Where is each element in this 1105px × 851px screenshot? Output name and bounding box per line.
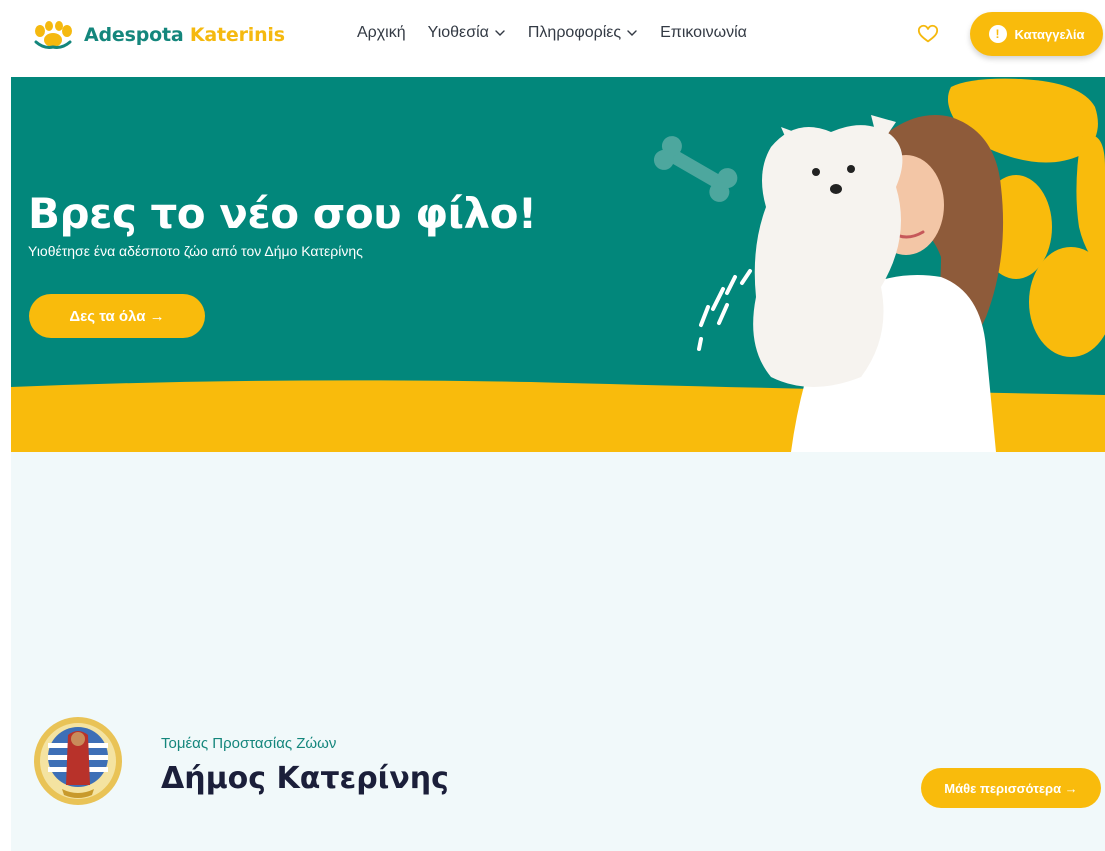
report-button[interactable]: ! Καταγγελία — [970, 12, 1103, 56]
logo-text-part2: Katerinis — [189, 24, 285, 46]
nav-item-home-label: Αρχική — [357, 24, 406, 41]
section-title: Δήμος Κατερίνης — [161, 761, 449, 796]
logo-text-part1: Adespota — [84, 24, 184, 46]
site-header: Adespota Katerinis Αρχική Υιοθεσία Πληρο… — [0, 0, 1105, 77]
logo-text: Adespota Katerinis — [84, 24, 285, 46]
nav-item-adoption[interactable]: Υιοθεσία — [428, 24, 506, 42]
nav-item-contact[interactable]: Επικοινωνία — [660, 24, 747, 42]
municipality-section: Τομέας Προστασίας Ζώων Δήμος Κατερίνης Μ… — [11, 452, 1105, 851]
hero-subtitle: Υιοθέτησε ένα αδέσποτο ζώο από τον Δήμο … — [28, 243, 363, 259]
main-nav: Αρχική Υιοθεσία Πληροφορίες Επικοινωνία — [357, 24, 769, 42]
see-all-button[interactable]: Δες τα όλα → — [29, 294, 205, 338]
heart-outline-icon[interactable] — [917, 23, 939, 45]
hero-title: Βρες το νέο σου φίλο! — [28, 189, 537, 238]
nav-item-info-label: Πληροφορίες — [527, 24, 622, 41]
bone-icon — [653, 136, 738, 202]
report-button-label: Καταγγελία — [1014, 26, 1085, 42]
exclamation-circle-icon: ! — [988, 25, 1007, 43]
nav-item-home[interactable]: Αρχική — [357, 24, 406, 42]
municipality-emblem — [34, 717, 122, 805]
paw-logo-icon — [34, 21, 72, 49]
chevron-down-icon — [627, 30, 637, 36]
site-logo[interactable]: Adespota Katerinis — [30, 20, 285, 50]
nav-item-adoption-label: Υιοθεσία — [427, 24, 489, 41]
section-eyebrow: Τομέας Προστασίας Ζώων — [161, 735, 337, 752]
hero-banner: Βρες το νέο σου φίλο! Υιοθέτησε ένα αδέσ… — [11, 77, 1105, 452]
chevron-down-icon — [495, 30, 505, 36]
hero-background — [11, 78, 1105, 452]
nav-item-contact-label: Επικοινωνία — [660, 24, 747, 41]
nav-item-info[interactable]: Πληροφορίες — [528, 24, 638, 42]
learn-more-button[interactable]: Μάθε περισσότερα → — [921, 768, 1101, 808]
